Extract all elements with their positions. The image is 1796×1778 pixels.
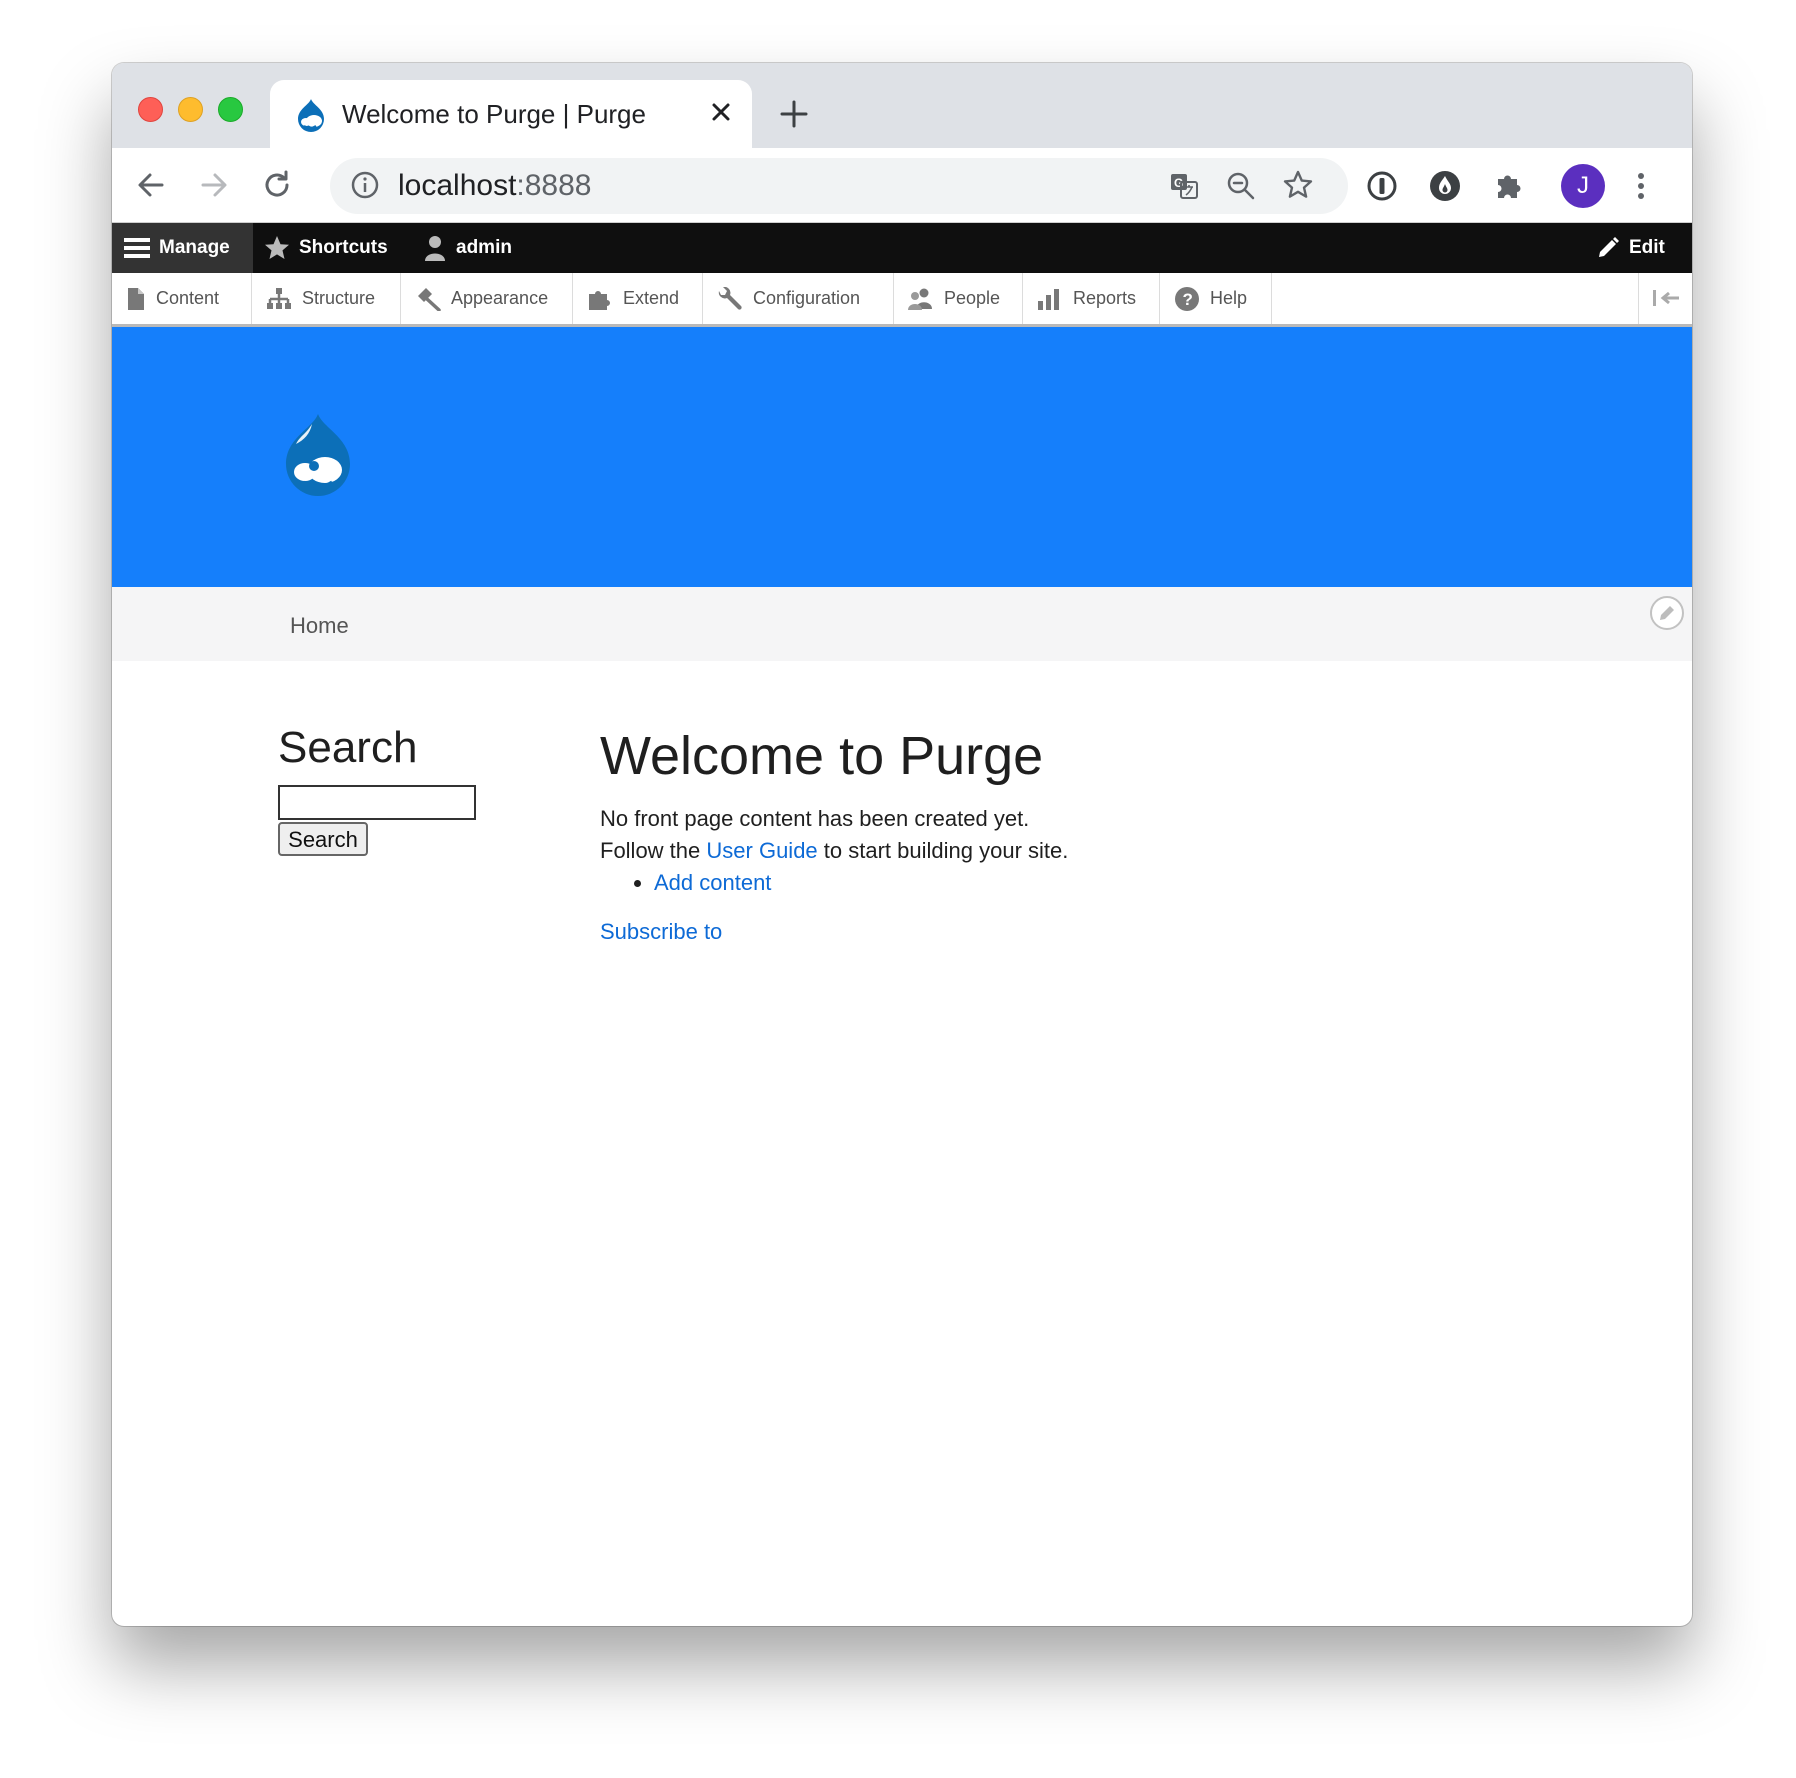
contextual-edit-icon[interactable]: [1649, 595, 1685, 631]
shortcuts-tab[interactable]: Shortcuts: [264, 223, 388, 273]
edit-tab[interactable]: Edit: [1596, 223, 1665, 273]
password-manager-icon[interactable]: [1365, 169, 1399, 203]
svg-text:?: ?: [1183, 290, 1193, 309]
wrench-icon: [718, 286, 742, 310]
forward-icon[interactable]: [197, 168, 231, 202]
kebab-menu-icon[interactable]: [1631, 169, 1651, 203]
site-logo[interactable]: [278, 410, 358, 500]
action-list: Add content: [654, 867, 1500, 899]
close-window-button[interactable]: [138, 97, 163, 122]
zoom-out-icon[interactable]: [1225, 170, 1257, 202]
star-icon: [265, 236, 289, 259]
list-item: Add content: [654, 867, 1500, 899]
site-info-icon[interactable]: [350, 170, 380, 200]
manage-label: Manage: [159, 237, 230, 258]
tray-label-help: Help: [1210, 288, 1248, 308]
back-icon[interactable]: [134, 168, 168, 202]
drupal-admin-toolbar: Manage Shortcuts admin Edit: [112, 223, 1692, 273]
extensions-puzzle-icon[interactable]: [1492, 169, 1526, 203]
close-tab-icon[interactable]: [706, 97, 736, 127]
flame-extension-icon[interactable]: [1428, 169, 1462, 203]
puzzle-icon: [589, 290, 610, 310]
user-tab[interactable]: admin: [423, 223, 512, 273]
subscribe-link[interactable]: Subscribe to: [600, 919, 722, 945]
search-block-title: Search: [278, 723, 418, 772]
browser-tab[interactable]: Welcome to Purge | Purge: [270, 80, 752, 148]
bar-chart-icon: [1038, 288, 1059, 310]
people-icon: [908, 288, 932, 310]
help-icon: ?: [1175, 286, 1199, 311]
tray-item-extend[interactable]: Extend: [573, 273, 703, 324]
browser-window: Welcome to Purge | Purge localhost:8888 …: [112, 63, 1692, 1626]
hierarchy-icon: [267, 287, 291, 309]
tray-label-configuration: Configuration: [753, 288, 861, 308]
search-block: Search Search: [278, 723, 476, 856]
site-header: [112, 327, 1692, 587]
profile-avatar[interactable]: J: [1561, 164, 1605, 208]
tray-orientation-toggle[interactable]: [1638, 273, 1692, 324]
tray-label-appearance: Appearance: [451, 288, 549, 308]
document-icon: [128, 287, 144, 310]
maximize-window-button[interactable]: [218, 97, 243, 122]
manage-tab[interactable]: Manage: [112, 223, 253, 273]
tray-label-people: People: [944, 288, 1001, 308]
user-guide-link[interactable]: User Guide: [706, 838, 817, 863]
address-bar[interactable]: localhost:8888 G: [330, 158, 1348, 214]
user-guide-prefix: Follow the: [600, 838, 707, 863]
add-content-link[interactable]: Add content: [654, 870, 771, 895]
user-label: admin: [456, 237, 512, 258]
user-guide-suffix: to start building your site.: [817, 838, 1069, 863]
hamburger-icon: [124, 238, 150, 258]
tab-title: Welcome to Purge | Purge: [342, 99, 646, 129]
tray-item-content[interactable]: Content: [112, 273, 252, 324]
bookmark-star-icon[interactable]: [1282, 169, 1314, 201]
tray-item-configuration[interactable]: Configuration: [703, 273, 894, 324]
breadcrumb-home[interactable]: Home: [290, 613, 349, 639]
breadcrumb-region: Home: [112, 587, 1692, 661]
tray-item-structure[interactable]: Structure: [252, 273, 401, 324]
tray-item-reports[interactable]: Reports: [1023, 273, 1160, 324]
tray-item-people[interactable]: People: [894, 273, 1023, 324]
search-button[interactable]: Search: [278, 822, 368, 856]
url-port: :8888: [516, 169, 592, 202]
tab-strip: Welcome to Purge | Purge: [112, 63, 1692, 148]
new-tab-icon[interactable]: [778, 98, 810, 130]
pencil-icon: [1599, 237, 1619, 257]
page-title: Welcome to Purge: [600, 726, 1044, 786]
shortcuts-label: Shortcuts: [299, 237, 388, 258]
tray-label-content: Content: [156, 288, 220, 308]
url-host: localhost: [398, 169, 517, 202]
main-content: Welcome to Purge No front page content h…: [600, 725, 1500, 945]
admin-tray: Content Structure Appearance Extend Conf…: [112, 273, 1692, 327]
tray-label-reports: Reports: [1073, 288, 1137, 308]
reload-icon[interactable]: [260, 168, 294, 202]
minimize-window-button[interactable]: [178, 97, 203, 122]
no-content-text: No front page content has been created y…: [600, 806, 1030, 831]
dock-toggle-icon: [1653, 290, 1679, 306]
tray-item-help[interactable]: ? Help: [1160, 273, 1272, 324]
tray-label-extend: Extend: [623, 288, 680, 308]
search-input[interactable]: [278, 785, 476, 820]
tray-item-appearance[interactable]: Appearance: [401, 273, 573, 324]
user-icon: [425, 236, 445, 261]
brush-icon: [418, 287, 441, 311]
tray-label-structure: Structure: [302, 288, 376, 308]
drupal-drop-icon: [294, 97, 328, 133]
user-guide-text: Follow the User Guide to start building …: [600, 835, 1500, 867]
translate-icon[interactable]: G: [1168, 170, 1200, 202]
browser-toolbar: localhost:8888 G J: [112, 148, 1692, 223]
edit-label: Edit: [1629, 237, 1665, 258]
url-text: localhost:8888: [398, 169, 591, 203]
